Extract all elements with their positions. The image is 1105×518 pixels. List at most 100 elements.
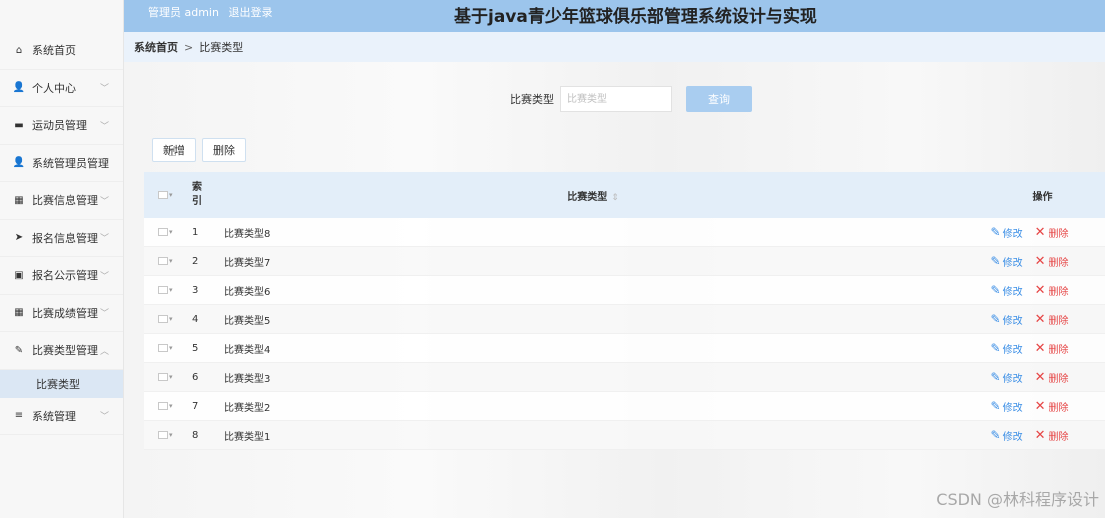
delete-button[interactable]: ✕ 删除 <box>1035 312 1069 327</box>
sidebar-item-label: 系统管理员管理 <box>32 156 109 170</box>
sidebar-item-label: 运动员管理 <box>32 119 87 133</box>
row-checkbox[interactable] <box>158 286 168 294</box>
action-buttons: 新增 删除 <box>152 138 252 162</box>
table-body: ▾ 1 比赛类型8 ✎ 修改 ✕ 删除 ▾ 2 比赛类型7 ✎ 修改 ✕ 删除 ▾ 3 比赛类型6 ✎ 修改 ✕ 删除 ▾… <box>144 218 1105 450</box>
edit-button[interactable]: ✎ 修改 <box>991 225 1023 240</box>
caret-icon: ▾ <box>169 257 173 265</box>
batch-delete-button[interactable]: 删除 <box>202 138 246 162</box>
list-icon: ≡ <box>14 410 24 422</box>
table-row: ▾ 1 比赛类型8 ✎ 修改 ✕ 删除 <box>144 218 1105 247</box>
close-icon: ✕ <box>1034 398 1046 414</box>
caret-icon: ▾ <box>169 431 173 439</box>
pencil-icon: ✎ <box>990 399 1001 413</box>
row-index: 7 <box>192 400 199 412</box>
row-checkbox[interactable] <box>158 257 168 265</box>
clipboard-icon: ▣ <box>14 269 24 281</box>
sidebar-item-5[interactable]: ➤ 报名信息管理 ﹀ <box>0 220 123 257</box>
delete-button[interactable]: ✕ 删除 <box>1035 399 1069 414</box>
user-icon: 👤 <box>12 82 26 94</box>
header-type-label: 比赛类型 <box>567 191 608 203</box>
search-label: 比赛类型 <box>510 93 554 106</box>
edit-button[interactable]: ✎ 修改 <box>991 370 1023 385</box>
table-row: ▾ 3 比赛类型6 ✎ 修改 ✕ 删除 <box>144 276 1105 305</box>
admin-role: 管理员 admin <box>148 6 219 19</box>
select-all-checkbox[interactable] <box>158 191 168 199</box>
submenu-item-match-type[interactable]: 比赛类型 <box>0 369 123 398</box>
pencil-icon: ✎ <box>990 370 1001 384</box>
close-icon: ✕ <box>1034 369 1046 385</box>
sidebar-item-label: 报名公示管理 <box>32 269 98 283</box>
delete-button[interactable]: ✕ 删除 <box>1035 341 1069 356</box>
send-icon: ➤ <box>14 232 24 244</box>
row-checkbox[interactable] <box>158 228 168 236</box>
sidebar-item-label: 报名信息管理 <box>32 231 98 245</box>
sidebar-item-3[interactable]: 👤 系统管理员管理 ﹀ <box>0 145 123 182</box>
row-checkbox[interactable] <box>158 315 168 323</box>
sidebar-item-6[interactable]: ▣ 报名公示管理 ﹀ <box>0 257 123 295</box>
breadcrumb-separator: > <box>184 40 194 54</box>
close-icon: ✕ <box>1034 340 1046 356</box>
pencil-icon: ✎ <box>990 428 1001 442</box>
row-checkbox[interactable] <box>158 402 168 410</box>
breadcrumb-home[interactable]: 系统首页 <box>134 39 178 55</box>
chevron-down-icon: ﹀ <box>99 234 109 245</box>
close-icon: ✕ <box>1034 427 1046 443</box>
edit-label: 修改 <box>1002 373 1023 385</box>
edit-button[interactable]: ✎ 修改 <box>991 428 1023 443</box>
caret-icon: ▾ <box>169 228 173 236</box>
pencil-icon: ✎ <box>990 225 1001 239</box>
search-button[interactable]: 查询 <box>686 86 752 112</box>
chevron-down-icon: ﹀ <box>99 412 109 423</box>
close-icon: ✕ <box>1034 282 1046 298</box>
watermark: CSDN @林科程序设计 <box>936 490 1099 509</box>
pencil-icon: ✎ <box>990 254 1001 268</box>
delete-button[interactable]: ✕ 删除 <box>1035 428 1069 443</box>
caret-icon: ▾ <box>169 286 173 294</box>
sidebar-item-label: 个人中心 <box>32 81 76 95</box>
row-type: 比赛类型1 <box>224 431 271 443</box>
sidebar-item-7[interactable]: ▦ 比赛成绩管理 ﹀ <box>0 295 123 332</box>
user-icon: 👤 <box>12 157 26 169</box>
edit-button[interactable]: ✎ 修改 <box>991 341 1023 356</box>
search-input[interactable] <box>560 86 672 112</box>
sidebar-item-system-management[interactable]: ≡ 系统管理 ﹀ <box>0 398 123 435</box>
sidebar-item-1[interactable]: 👤 个人中心 ﹀ <box>0 70 123 107</box>
header-type[interactable]: 比赛类型 ⇕ <box>206 188 980 203</box>
delete-button[interactable]: ✕ 删除 <box>1035 254 1069 269</box>
chevron-down-icon: ﹀ <box>99 84 109 95</box>
delete-label: 删除 <box>1048 286 1069 298</box>
delete-button[interactable]: ✕ 删除 <box>1035 283 1069 298</box>
logout-link[interactable]: 退出登录 <box>228 6 272 19</box>
mouse-pointer-icon: ☝ <box>168 144 177 160</box>
chevron-up-icon: ︿ <box>99 346 109 357</box>
edit-label: 修改 <box>1002 286 1023 298</box>
edit-button[interactable]: ✎ 修改 <box>991 399 1023 414</box>
pencil-icon: ✎ <box>990 341 1001 355</box>
row-checkbox[interactable] <box>158 431 168 439</box>
sort-icon[interactable]: ⇕ <box>611 193 619 203</box>
delete-button[interactable]: ✕ 删除 <box>1035 370 1069 385</box>
row-type: 比赛类型3 <box>224 373 271 385</box>
row-index: 1 <box>192 226 199 238</box>
caret-down-icon: ▾ <box>169 191 173 199</box>
sidebar-item-2[interactable]: ▬ 运动员管理 ﹀ <box>0 107 123 145</box>
table-header: ▾ 索引 比赛类型 ⇕ 操作 <box>144 172 1105 218</box>
row-type: 比赛类型4 <box>224 344 271 356</box>
edit-label: 修改 <box>1002 344 1023 356</box>
sidebar-item-0[interactable]: ⌂ 系统首页 <box>0 32 123 70</box>
sidebar-item-4[interactable]: ▦ 比赛信息管理 ﹀ <box>0 182 123 220</box>
sidebar-item-8[interactable]: ✎ 比赛类型管理 ︿ <box>0 332 123 370</box>
row-index: 3 <box>192 284 199 296</box>
edit-button[interactable]: ✎ 修改 <box>991 283 1023 298</box>
caret-icon: ▾ <box>169 373 173 381</box>
row-checkbox[interactable] <box>158 373 168 381</box>
edit-label: 修改 <box>1002 315 1023 327</box>
edit-button[interactable]: ✎ 修改 <box>991 312 1023 327</box>
caret-icon: ▾ <box>169 344 173 352</box>
row-type: 比赛类型5 <box>224 315 271 327</box>
row-checkbox[interactable] <box>158 344 168 352</box>
sidebar-item-label: 比赛信息管理 <box>32 194 98 208</box>
edit-button[interactable]: ✎ 修改 <box>991 254 1023 269</box>
chevron-down-icon: ﹀ <box>99 196 109 207</box>
delete-button[interactable]: ✕ 删除 <box>1035 225 1069 240</box>
